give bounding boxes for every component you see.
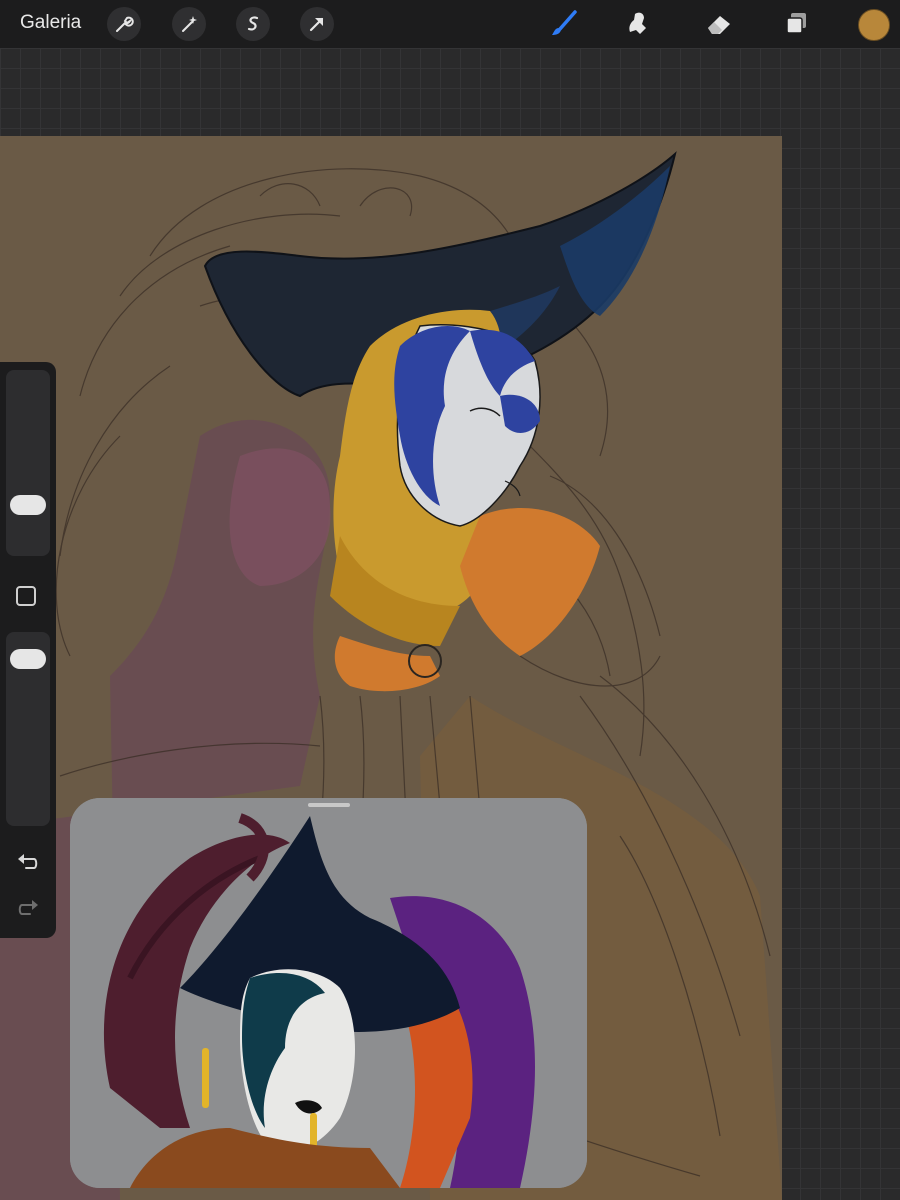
brush-sidebar [0, 362, 56, 938]
ref-earring-left [202, 1048, 209, 1108]
reference-window-drag-handle[interactable] [308, 803, 350, 807]
top-toolbar: Galeria [0, 0, 900, 48]
wrench-icon[interactable] [107, 7, 141, 41]
selection-icon[interactable] [236, 7, 270, 41]
redo-icon[interactable] [16, 896, 40, 920]
smudge-icon[interactable] [622, 7, 656, 41]
undo-icon[interactable] [16, 850, 40, 874]
brush-icon[interactable] [546, 7, 580, 41]
gallery-link[interactable]: Galeria [20, 12, 81, 34]
transform-arrow-icon[interactable] [300, 7, 334, 41]
reference-image-window[interactable] [70, 798, 587, 1188]
brush-size-slider-thumb[interactable] [10, 494, 46, 515]
brush-size-slider[interactable] [6, 370, 50, 556]
color-picker-swatch[interactable] [858, 9, 890, 41]
opacity-slider[interactable] [6, 632, 50, 826]
magic-wand-icon[interactable] [172, 7, 206, 41]
layers-icon[interactable] [779, 7, 813, 41]
opacity-slider-thumb[interactable] [10, 649, 46, 670]
eraser-icon[interactable] [701, 7, 735, 41]
square-button-icon[interactable] [16, 586, 36, 606]
